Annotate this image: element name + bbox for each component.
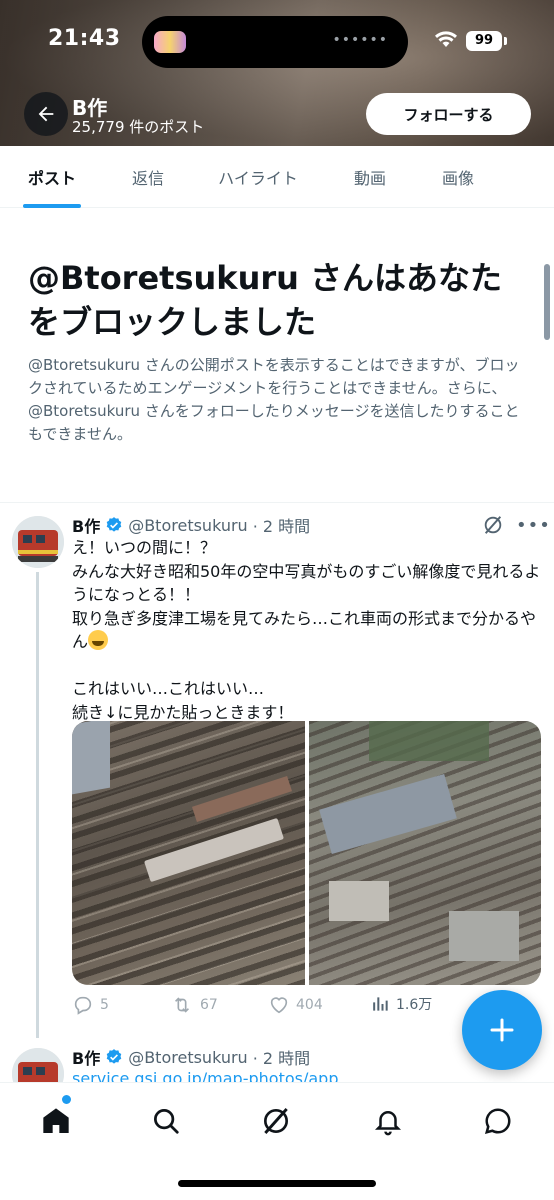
follow-button[interactable]: フォローする	[366, 93, 531, 135]
tab-images[interactable]: 画像	[416, 146, 500, 208]
locomotive-avatar-image	[12, 516, 64, 568]
tab-videos[interactable]: 動画	[324, 146, 416, 208]
now-playing-app-icon	[154, 31, 186, 53]
nav-messages[interactable]	[478, 1101, 518, 1141]
reply-icon	[74, 996, 92, 1015]
views-button[interactable]: 1.6万	[370, 994, 432, 1014]
more-options-icon[interactable]: •••	[516, 515, 551, 536]
profile-tabs: ポスト 返信 ハイライト 動画 画像	[0, 146, 554, 208]
tab-label: 画像	[441, 169, 474, 188]
grok-icon[interactable]	[482, 514, 504, 536]
like-count: 404	[296, 997, 323, 1013]
author-name[interactable]: B作	[72, 513, 100, 537]
tweet-media	[72, 721, 541, 985]
verified-badge-icon	[105, 1048, 123, 1066]
grok-icon	[264, 1108, 288, 1134]
notification-dot	[62, 1095, 71, 1104]
nav-search[interactable]	[146, 1101, 186, 1141]
profile-banner: 21:43 •••••• 99 B作 25,779 件のポスト フォローする	[0, 0, 554, 146]
island-indicator-icon: ••••••	[332, 32, 388, 48]
nav-grok[interactable]	[256, 1101, 296, 1141]
tab-highlights[interactable]: ハイライト	[192, 146, 324, 208]
scrollbar[interactable]	[544, 264, 550, 340]
repost-icon	[174, 997, 190, 1013]
nav-notifications[interactable]	[368, 1101, 408, 1141]
author-handle[interactable]: @Btoretsukuru	[128, 1048, 248, 1067]
analytics-icon	[373, 997, 388, 1011]
tab-posts[interactable]: ポスト	[0, 146, 104, 208]
tweet-time: · 2 時間	[252, 517, 311, 536]
arrow-left-icon	[38, 106, 54, 122]
compose-button[interactable]	[462, 990, 542, 1070]
like-button[interactable]: 404	[268, 994, 323, 1016]
tweet-text-part2: これはいい…これはいい… 続き↓に見かた貼っときます！	[72, 679, 294, 722]
tab-active-indicator	[23, 204, 81, 208]
tweet-header: B作 @Btoretsukuru · 2 時間	[72, 513, 310, 537]
wifi-icon	[435, 31, 457, 47]
author-name[interactable]: B作	[72, 1045, 100, 1069]
repost-count: 67	[200, 997, 218, 1013]
tab-label: 動画	[353, 169, 386, 188]
aerial-photo-2[interactable]	[308, 721, 541, 985]
bell-icon	[374, 1111, 402, 1136]
laughing-emoji-icon	[88, 630, 109, 650]
message-icon	[484, 1108, 511, 1135]
back-button[interactable]	[24, 92, 68, 136]
tweet-time: · 2 時間	[252, 1049, 311, 1068]
tweet-text-part1: え！いつの間に！？ みんな大好き昭和50年の空中写真がものすごい解像度で見れるよ…	[72, 538, 541, 651]
reply-button[interactable]: 5	[72, 994, 109, 1016]
verified-badge-icon	[105, 516, 123, 534]
aerial-photo-1[interactable]	[72, 721, 305, 985]
dynamic-island: ••••••	[142, 16, 408, 68]
tab-replies[interactable]: 返信	[104, 146, 192, 208]
tab-label: 返信	[131, 169, 164, 188]
tweet-text: え！いつの間に！？ みんな大好き昭和50年の空中写真がものすごい解像度で見れるよ…	[72, 536, 542, 724]
plus-icon	[490, 1018, 514, 1042]
blocked-description: @Btoretsukuru さんの公開ポストを表示することはできますが、ブロック…	[28, 356, 520, 443]
repost-button[interactable]: 67	[170, 994, 218, 1016]
tab-label: ポスト	[27, 169, 76, 188]
battery-indicator: 99	[466, 31, 507, 51]
reply-count: 5	[100, 997, 109, 1013]
avatar[interactable]	[12, 516, 64, 568]
heart-icon	[270, 997, 288, 1014]
post-count: 25,779 件のポスト	[72, 118, 205, 136]
section-divider	[0, 502, 554, 503]
nav-home[interactable]	[36, 1101, 76, 1141]
home-indicator	[178, 1180, 376, 1187]
view-count: 1.6万	[396, 997, 433, 1013]
search-icon	[154, 1109, 179, 1134]
status-time: 21:43	[48, 26, 121, 51]
author-handle[interactable]: @Btoretsukuru	[128, 516, 248, 535]
blocked-title: @Btoretsukuru さんはあなたをブロックしました	[28, 259, 503, 341]
tweet-header: B作 @Btoretsukuru · 2 時間	[72, 1045, 310, 1069]
home-icon	[43, 1108, 69, 1133]
tab-label: ハイライト	[218, 169, 298, 188]
thread-line	[36, 572, 39, 1038]
tweet-actions: 5 67 404 1.6万	[72, 994, 452, 1020]
